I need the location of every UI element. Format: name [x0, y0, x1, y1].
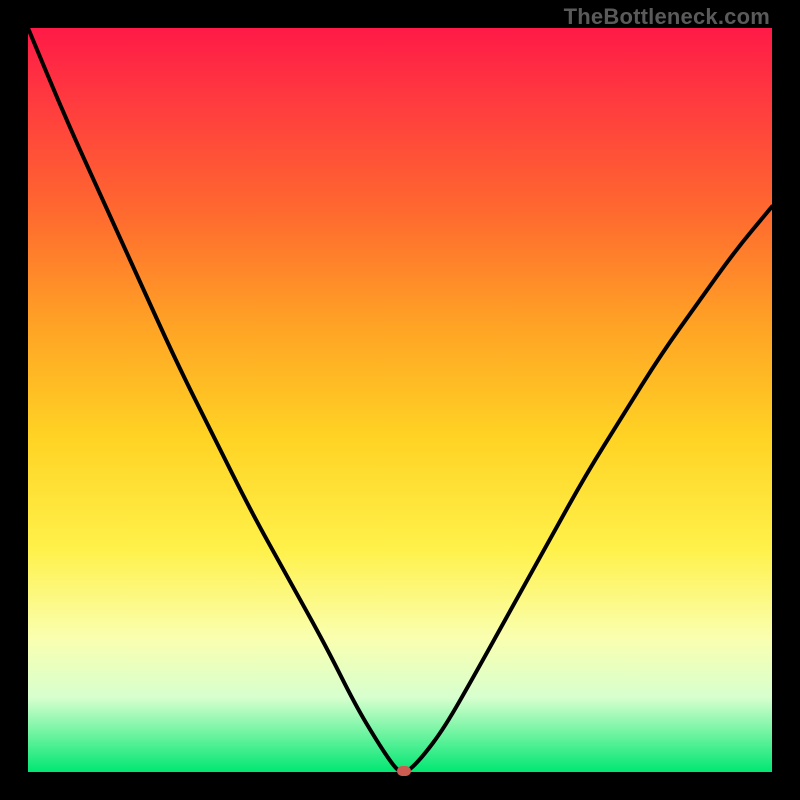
minimum-marker	[397, 766, 411, 776]
bottleneck-curve	[28, 28, 772, 772]
plot-area	[28, 28, 772, 772]
chart-frame: TheBottleneck.com	[0, 0, 800, 800]
watermark-text: TheBottleneck.com	[564, 4, 770, 30]
curve-svg	[28, 28, 772, 772]
